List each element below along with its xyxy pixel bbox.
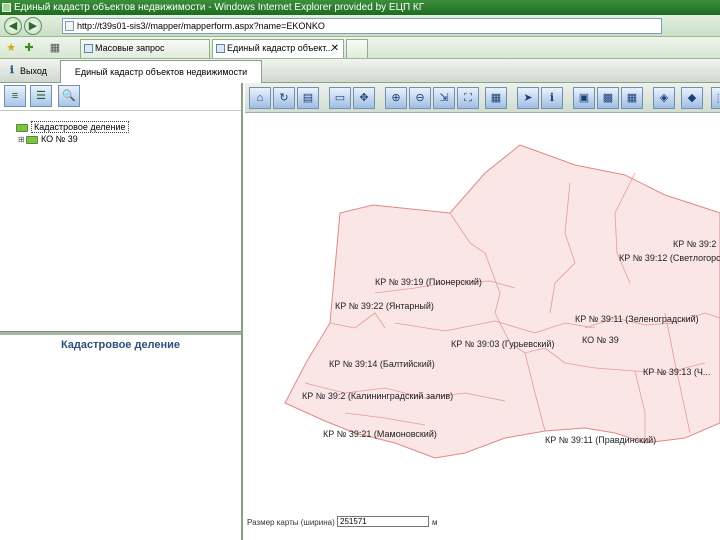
address-bar: ◀ ▶ http://t39s01-sis3//mapper/mapperfor… xyxy=(0,15,720,37)
tab-page-icon xyxy=(84,44,93,53)
map-canvas[interactable]: КР № 39:19 (Пионерский) КР № 39:22 (Янта… xyxy=(245,113,720,513)
refresh-icon: ↻ xyxy=(279,92,289,104)
select-frame-button[interactable]: ▭ xyxy=(329,87,351,109)
layers-button[interactable]: ≡ xyxy=(4,85,26,107)
label-kr-yantarny: КР № 39:22 (Янтарный) xyxy=(335,301,434,311)
info-icon: ℹ xyxy=(549,92,555,104)
forward-arrow-icon[interactable]: ▶ xyxy=(24,17,42,35)
tab-mass-query[interactable]: Масовые запрос xyxy=(80,39,210,58)
layer-add-button[interactable]: ◈ xyxy=(653,87,675,109)
zoom-out-icon: ⊖ xyxy=(415,92,425,104)
app-tab-title[interactable]: Единый кадастр объектов недвижимости xyxy=(60,60,262,83)
exit-button[interactable]: ℹ Выход xyxy=(10,64,47,78)
layer-add-icon: ◈ xyxy=(659,92,669,104)
grid-button[interactable]: ▦ xyxy=(621,87,643,109)
tab-page-icon xyxy=(216,44,225,53)
full-extent-button[interactable]: ⛶ xyxy=(457,87,479,109)
window-icon: ▣ xyxy=(578,92,590,104)
tab-label: Масовые запрос xyxy=(95,43,165,53)
select-button[interactable]: ➤ xyxy=(517,87,539,109)
add-favorites-icon[interactable]: ✚ xyxy=(22,41,36,55)
refresh-button[interactable]: ↻ xyxy=(273,87,295,109)
zoom-window-icon: ⇲ xyxy=(439,92,449,104)
layers-icon: ≡ xyxy=(11,90,19,102)
tree-item-label: Кадастровое деление xyxy=(31,121,129,133)
exit-icon: ℹ xyxy=(10,65,14,76)
label-kr-pionersky: КР № 39:19 (Пионерский) xyxy=(375,277,482,287)
legend-button[interactable]: ☰ xyxy=(30,85,52,107)
photo-icon: ▩ xyxy=(602,92,614,104)
legend-icon: ☰ xyxy=(36,90,46,102)
print-icon: ▤ xyxy=(302,92,314,104)
frame-icon: ▭ xyxy=(334,92,346,104)
folder-icon xyxy=(26,135,38,144)
new-tab-button[interactable] xyxy=(346,39,368,58)
grid-icon: ▦ xyxy=(626,92,638,104)
label-kr-pravdinsky: КР № 39:11 (Правдинский) xyxy=(545,435,656,445)
full-extent-icon: ⛶ xyxy=(464,92,472,104)
pan-button[interactable]: ✥ xyxy=(353,87,375,109)
tab-cadastre[interactable]: Единый кадастр объект... ✕ xyxy=(212,39,344,58)
scale-unit: м xyxy=(432,518,438,527)
exit-label: Выход xyxy=(20,66,47,76)
scale-label: Размер карты (ширина) xyxy=(247,518,335,527)
pan-icon: ✥ xyxy=(359,92,369,104)
ie-icon xyxy=(2,3,11,12)
back-arrow-icon[interactable]: ◀ xyxy=(4,17,22,35)
folder-icon xyxy=(16,123,28,132)
window-title: Единый кадастр объектов недвижимости - W… xyxy=(14,2,425,13)
label-kr-svetlogorsky: КР № 39:12 (Светлогорский) xyxy=(619,253,720,263)
window-title-bar: Единый кадастр объектов недвижимости - W… xyxy=(0,0,720,15)
measure-button[interactable]: ▦ xyxy=(485,87,507,109)
home-icon: ⌂ xyxy=(256,92,264,104)
close-icon[interactable]: ✕ xyxy=(331,40,339,57)
document-search-icon: 🔍 xyxy=(62,90,76,102)
tree-item-root[interactable]: Кадастровое деление xyxy=(16,121,129,133)
measure-icon: ▦ xyxy=(490,92,502,104)
panel-splitter[interactable] xyxy=(0,331,241,335)
label-kr-13: КР № 39:13 (Ч... xyxy=(643,367,710,377)
details-title: Кадастровое деление xyxy=(60,339,181,351)
search-object-button[interactable]: 🔍 xyxy=(58,85,80,107)
left-toolbar: ≡ ☰ 🔍 xyxy=(0,83,241,111)
left-panel: ≡ ☰ 🔍 Кадастровое деление ⊞ КО № 39 Кадас… xyxy=(0,83,243,540)
label-kr-mamonovsky: КР № 39:21 (Мамоновский) xyxy=(323,429,437,439)
info-button[interactable]: ℹ xyxy=(541,87,563,109)
scale-input[interactable] xyxy=(337,516,429,527)
zoom-in-icon: ⊕ xyxy=(391,92,401,104)
label-kr-39-2: КР № 39:2 xyxy=(673,239,716,249)
cursor-icon: ➤ xyxy=(523,92,533,104)
photo-button[interactable]: ▩ xyxy=(597,87,619,109)
label-ko-39: КО № 39 xyxy=(582,335,619,345)
layer-icon: ◆ xyxy=(687,92,697,104)
url-input[interactable]: http://t39s01-sis3//mapper/mapperform.as… xyxy=(62,18,662,34)
map-toolbar: ⌂ ↻ ▤ ▭ ✥ ⊕ ⊖ ⇲ ⛶ ▦ ➤ ℹ ▣ ▩ ▦ ◈ ◆ ⬚ xyxy=(245,83,720,113)
tab-label: Единый кадастр объект... xyxy=(227,43,333,53)
map-area[interactable]: КР № 39:19 (Пионерский) КР № 39:22 (Янта… xyxy=(245,113,720,513)
export-button[interactable]: ⬚ xyxy=(711,87,720,109)
tree-item-ko39[interactable]: ⊞ КО № 39 xyxy=(18,133,78,145)
app-header: ℹ Выход Единый кадастр объектов недвижим… xyxy=(0,59,720,83)
status-bar: Размер карты (ширина) м xyxy=(245,513,720,540)
page-icon xyxy=(65,21,74,31)
zoom-in-button[interactable]: ⊕ xyxy=(385,87,407,109)
zoom-out-button[interactable]: ⊖ xyxy=(409,87,431,109)
expand-icon[interactable]: ⊞ xyxy=(18,134,26,146)
browser-tabs-bar: ★ ✚ ▦ Масовые запрос Единый кадастр объе… xyxy=(0,37,720,59)
zoom-window-button[interactable]: ⇲ xyxy=(433,87,455,109)
tree-item-label: КО № 39 xyxy=(41,134,78,144)
quick-tabs-icon[interactable]: ▦ xyxy=(48,41,62,55)
label-kr-baltiysky: КР № 39:14 (Балтийский) xyxy=(329,359,435,369)
label-kr-guryevsky: КР № 39:03 (Гурьевский) xyxy=(451,339,554,349)
window-button[interactable]: ▣ xyxy=(573,87,595,109)
label-kr-kaliningradsky: КР № 39:2 (Калининградский залив) xyxy=(302,391,453,401)
layer-button[interactable]: ◆ xyxy=(681,87,703,109)
print-button[interactable]: ▤ xyxy=(297,87,319,109)
url-text: http://t39s01-sis3//mapper/mapperform.as… xyxy=(77,21,325,31)
favorites-star-icon[interactable]: ★ xyxy=(4,41,18,55)
label-kr-zelenogradsky: КР № 39:11 (Зеленоградский) xyxy=(575,314,699,324)
home-button[interactable]: ⌂ xyxy=(249,87,271,109)
cadastre-tree: Кадастровое деление ⊞ КО № 39 xyxy=(0,115,241,335)
